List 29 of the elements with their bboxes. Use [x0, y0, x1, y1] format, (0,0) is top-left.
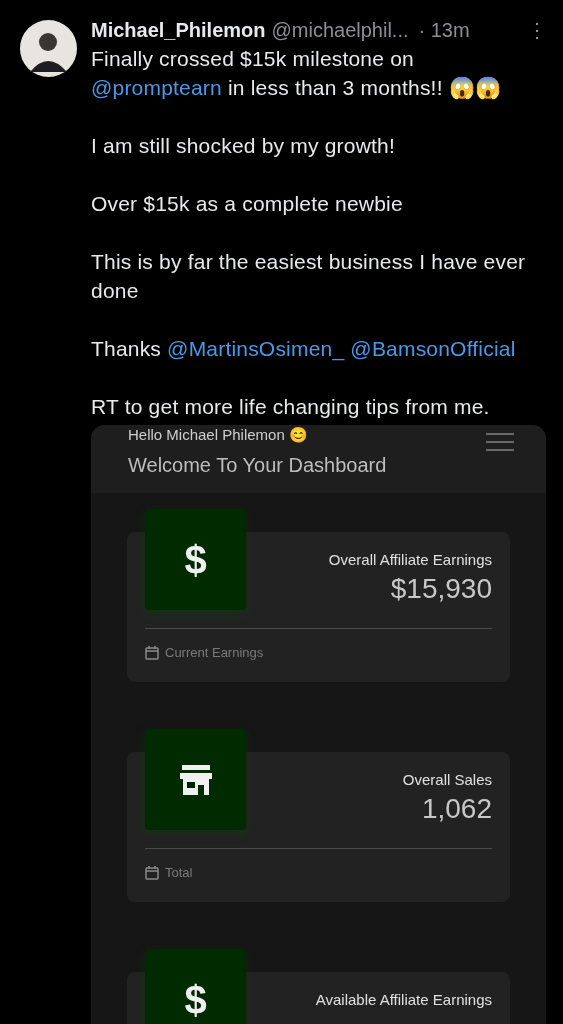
dashboard-title: Welcome To Your Dashboard	[128, 453, 388, 477]
more-icon[interactable]: ⋮	[527, 20, 547, 40]
stat-footer: Current Earnings	[165, 643, 264, 663]
mention-link[interactable]: @promptearn	[91, 76, 222, 99]
dollar-icon: $	[184, 539, 207, 580]
stat-value: $15,930	[390, 572, 492, 606]
stat-footer: Total	[165, 863, 193, 883]
greeting-text: Hello Michael Philemon 😊	[128, 425, 308, 445]
post-paragraph: Over $15k as a complete newbie	[91, 191, 404, 217]
post-paragraph: Finally crossed $15k milestone on @promptearn in less than 3 months!! 😱😱	[91, 46, 503, 102]
post-paragraph: Thanks @MartinsOsimen_ @BamsonOfficial	[91, 336, 517, 363]
stat-label: Overall Affiliate Earnings	[328, 550, 492, 570]
mention-link[interactable]: @MartinsOsimen_	[167, 337, 345, 360]
post-time[interactable]: · 13m	[418, 20, 470, 40]
author-handle[interactable]: @michaelphil...	[271, 20, 409, 40]
calendar-icon	[145, 865, 159, 880]
dollar-icon: $	[184, 979, 207, 1020]
calendar-icon	[145, 645, 159, 660]
post-paragraph: I am still shocked by my growth!	[91, 133, 396, 159]
store-icon	[179, 764, 212, 795]
post-paragraph: RT to get more life changing tips from me.	[91, 394, 491, 420]
menu-icon[interactable]	[486, 433, 514, 451]
post-paragraph: This is by far the easiest business I have ever done	[91, 249, 527, 304]
mention-link[interactable]: @BamsonOfficial	[350, 337, 516, 360]
avatar[interactable]	[20, 20, 77, 77]
author-name[interactable]: Michael_Philemon	[91, 20, 266, 40]
stat-label: Available Affiliate Earnings	[315, 990, 492, 1010]
stat-value: 1,062	[421, 792, 492, 826]
stat-label: Overall Sales	[402, 770, 492, 790]
